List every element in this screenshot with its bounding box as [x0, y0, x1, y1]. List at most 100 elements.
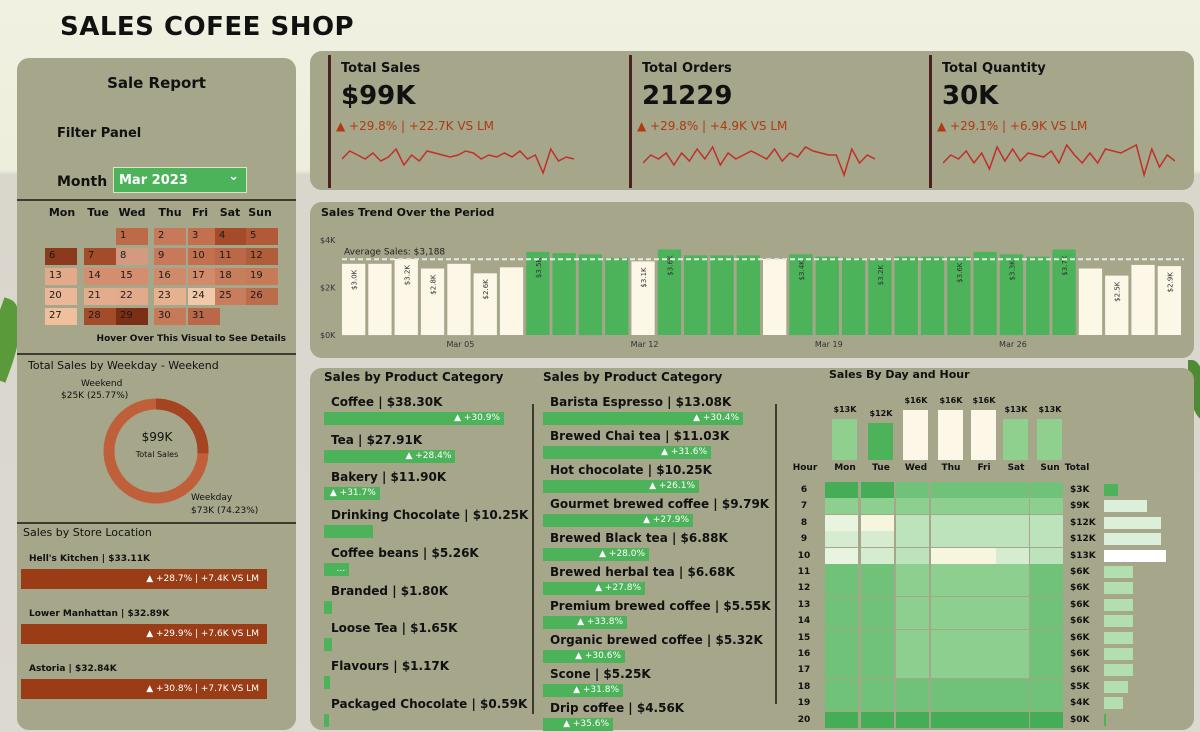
heatmap-cell[interactable]: [896, 482, 929, 498]
calendar-day[interactable]: 8: [116, 248, 148, 265]
heatmap-cell[interactable]: [896, 678, 929, 695]
hour-total-bar[interactable]: [1104, 664, 1133, 677]
hour-total-bar[interactable]: [1104, 680, 1128, 693]
trend-bar[interactable]: [815, 256, 839, 335]
heatmap-cell[interactable]: [931, 531, 964, 548]
heatmap-cell[interactable]: [861, 678, 894, 695]
calendar-day[interactable]: 20: [45, 288, 77, 305]
day-total-bar[interactable]: [903, 410, 928, 460]
heatmap-cell[interactable]: [861, 547, 894, 564]
heatmap-cell[interactable]: [964, 514, 997, 531]
heatmap-cell[interactable]: [996, 482, 1029, 498]
heatmap-cell[interactable]: [825, 629, 858, 646]
calendar-day[interactable]: 2: [154, 228, 186, 245]
calendar-day[interactable]: 12: [246, 248, 278, 265]
calendar-day[interactable]: 25: [215, 288, 247, 305]
heatmap-cell[interactable]: [825, 662, 858, 679]
hour-total-bar[interactable]: [1104, 533, 1162, 546]
heatmap-cell[interactable]: [964, 482, 997, 498]
heatmap-cell[interactable]: [931, 662, 964, 679]
calendar-day[interactable]: 5: [246, 228, 278, 245]
trend-bar[interactable]: [763, 259, 787, 335]
heatmap-cell[interactable]: [964, 695, 997, 712]
trend-bar[interactable]: [894, 256, 918, 335]
store-bar[interactable]: ▲ +28.7% | +7.4K VS LM: [21, 569, 267, 589]
heatmap-cell[interactable]: [964, 596, 997, 613]
heatmap-cell[interactable]: [1030, 646, 1063, 662]
heatmap-cell[interactable]: [964, 531, 997, 548]
heatmap-cell[interactable]: [964, 711, 997, 728]
heatmap-cell[interactable]: [996, 547, 1029, 564]
calendar-day[interactable]: 7: [84, 248, 116, 265]
heatmap-cell[interactable]: [1030, 596, 1063, 613]
hour-total-bar[interactable]: [1104, 631, 1133, 644]
heatmap-cell[interactable]: [896, 695, 929, 712]
heatmap-cell[interactable]: [1030, 711, 1063, 728]
heatmap-cell[interactable]: [825, 596, 858, 613]
heatmap-cell[interactable]: [825, 613, 858, 630]
calendar-day[interactable]: 21: [84, 288, 116, 305]
heatmap-cell[interactable]: [964, 580, 997, 597]
heatmap-cell[interactable]: [964, 498, 997, 515]
heatmap-cell[interactable]: [1030, 662, 1063, 679]
heatmap-cell[interactable]: [861, 580, 894, 597]
trend-bar[interactable]: [841, 257, 866, 335]
calendar-day[interactable]: 14: [84, 268, 116, 285]
trend-bar[interactable]: [710, 255, 734, 335]
heatmap-cell[interactable]: [896, 531, 929, 548]
hour-total-bar[interactable]: [1104, 500, 1147, 513]
day-total-bar[interactable]: [832, 419, 857, 460]
trend-bar[interactable]: [1131, 264, 1155, 335]
trend-bar[interactable]: [578, 254, 603, 336]
heatmap-cell[interactable]: [996, 646, 1029, 662]
store-bar[interactable]: ▲ +30.8% | +7.7K VS LM: [21, 679, 267, 699]
hour-total-bar[interactable]: [1104, 484, 1119, 496]
hour-total-bar[interactable]: [1104, 566, 1133, 578]
heatmap-cell[interactable]: [896, 514, 929, 531]
heatmap-cell[interactable]: [896, 613, 929, 630]
heatmap-cell[interactable]: [996, 695, 1029, 712]
heatmap-cell[interactable]: [825, 547, 858, 564]
hour-total-bar[interactable]: [1104, 697, 1124, 710]
heatmap-cell[interactable]: [996, 629, 1029, 646]
calendar-day[interactable]: 4: [215, 228, 247, 245]
hour-total-bar[interactable]: [1104, 713, 1106, 726]
heatmap-cell[interactable]: [861, 695, 894, 712]
heatmap-cell[interactable]: [896, 629, 929, 646]
heatmap-cell[interactable]: [896, 547, 929, 564]
trend-bar[interactable]: [1026, 256, 1050, 335]
heatmap-cell[interactable]: [896, 596, 929, 613]
kpi-sparkline[interactable]: [943, 139, 1175, 183]
heatmap-cell[interactable]: [931, 498, 964, 515]
heatmap-cell[interactable]: [896, 646, 929, 662]
trend-bar[interactable]: [605, 257, 629, 335]
heatmap-cell[interactable]: [1030, 547, 1063, 564]
day-total-bar[interactable]: [868, 422, 893, 460]
day-total-bar[interactable]: [1003, 419, 1028, 460]
trend-bar[interactable]: [1078, 268, 1103, 336]
category-bar[interactable]: [324, 525, 373, 539]
kpi-sparkline[interactable]: [643, 139, 875, 183]
month-dropdown[interactable]: Mar 2023 ⌄: [113, 167, 247, 193]
heatmap-cell[interactable]: [861, 531, 894, 548]
heatmap-cell[interactable]: [1030, 514, 1063, 531]
calendar-day[interactable]: 16: [154, 268, 186, 285]
heatmap-cell[interactable]: [1030, 482, 1063, 498]
heatmap-cell[interactable]: [964, 547, 997, 564]
heatmap-cell[interactable]: [1030, 498, 1063, 515]
heatmap-cell[interactable]: [1030, 678, 1063, 695]
calendar-day[interactable]: 15: [116, 268, 148, 285]
calendar-day[interactable]: 29: [116, 308, 148, 325]
heatmap-cell[interactable]: [931, 514, 964, 531]
heatmap-cell[interactable]: [861, 514, 894, 531]
heatmap-cell[interactable]: [931, 482, 964, 498]
trend-bar[interactable]: [920, 256, 945, 335]
heatmap-cell[interactable]: [861, 613, 894, 630]
calendar-day[interactable]: 22: [116, 288, 148, 305]
trend-bar[interactable]: [447, 263, 471, 336]
trend-bar[interactable]: [552, 253, 576, 335]
heatmap-cell[interactable]: [861, 629, 894, 646]
category-bar[interactable]: [324, 638, 332, 652]
chevron-down-icon[interactable]: ⌄: [228, 169, 239, 184]
heatmap-cell[interactable]: [931, 629, 964, 646]
